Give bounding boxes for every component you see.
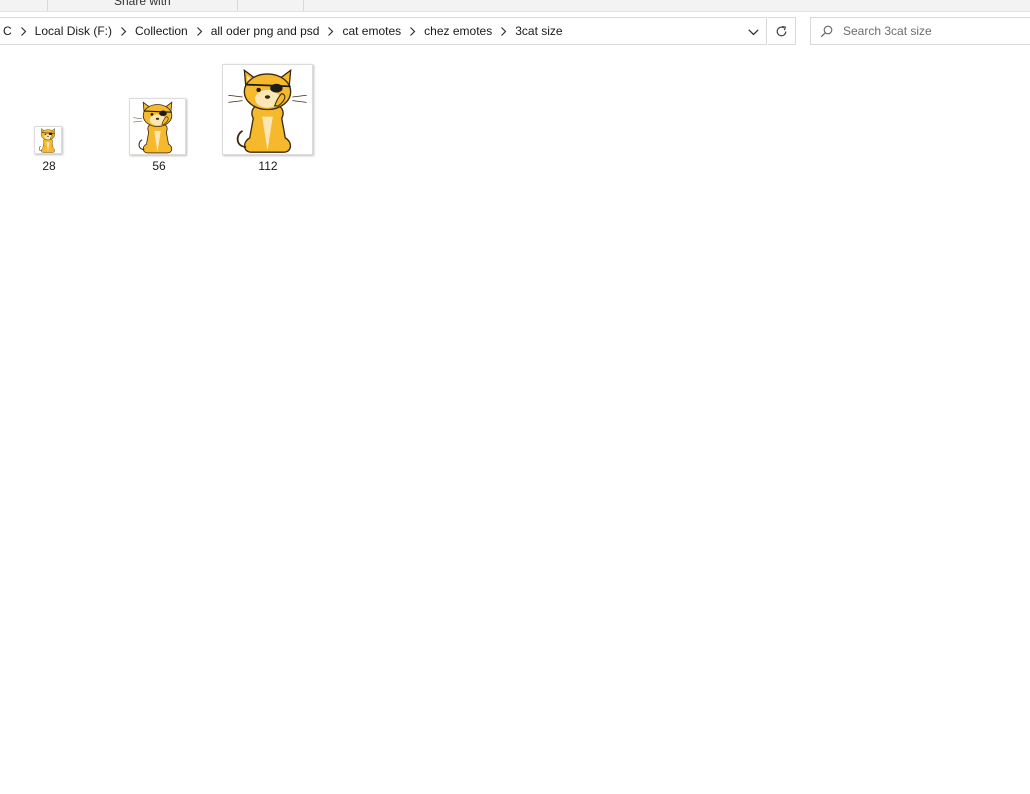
file-name-label[interactable]: 112	[238, 159, 298, 173]
file-name-label[interactable]: 56	[129, 159, 189, 173]
address-history-dropdown[interactable]	[740, 18, 766, 44]
chevron-right-icon[interactable]	[405, 18, 420, 44]
chevron-right-icon[interactable]	[116, 18, 131, 44]
refresh-button[interactable]	[768, 17, 796, 45]
file-thumbnail-28[interactable]	[34, 126, 62, 154]
file-thumbnail-112[interactable]	[222, 64, 313, 155]
ribbon-tab-strip: Share with	[0, 0, 1030, 12]
address-bar[interactable]: C Local Disk (F:) Collection all oder pn…	[0, 17, 767, 45]
breadcrumb-this-pc[interactable]: C	[0, 18, 16, 44]
refresh-icon	[776, 25, 787, 36]
breadcrumb-all-oder-png-and-psd[interactable]: all oder png and psd	[207, 18, 324, 44]
breadcrumb-chez-emotes[interactable]: chez emotes	[420, 18, 496, 44]
ribbon-separator	[303, 0, 304, 11]
ribbon-separator	[47, 0, 48, 11]
breadcrumb-cat-emotes[interactable]: cat emotes	[338, 18, 405, 44]
chevron-right-icon[interactable]	[323, 18, 338, 44]
cat-image	[39, 128, 55, 153]
chevron-down-icon	[747, 28, 759, 35]
ribbon-tab-share-with[interactable]: Share with	[114, 0, 171, 8]
search-icon	[811, 17, 841, 45]
chevron-right-icon[interactable]	[192, 18, 207, 44]
search-box[interactable]	[810, 17, 1030, 45]
ribbon-separator	[237, 0, 238, 11]
cat-image	[228, 68, 307, 153]
file-thumbnail-56[interactable]	[129, 98, 186, 155]
breadcrumb-3cat-size[interactable]: 3cat size	[511, 18, 566, 44]
breadcrumb-collection[interactable]: Collection	[131, 18, 192, 44]
navigation-row: C Local Disk (F:) Collection all oder pn…	[0, 17, 1030, 47]
chevron-right-icon[interactable]	[496, 18, 511, 44]
chevron-right-icon[interactable]	[16, 18, 31, 44]
search-input[interactable]	[841, 24, 1023, 38]
file-name-label[interactable]: 28	[19, 159, 79, 173]
cat-image	[133, 101, 173, 154]
breadcrumb-local-disk[interactable]: Local Disk (F:)	[31, 18, 116, 44]
